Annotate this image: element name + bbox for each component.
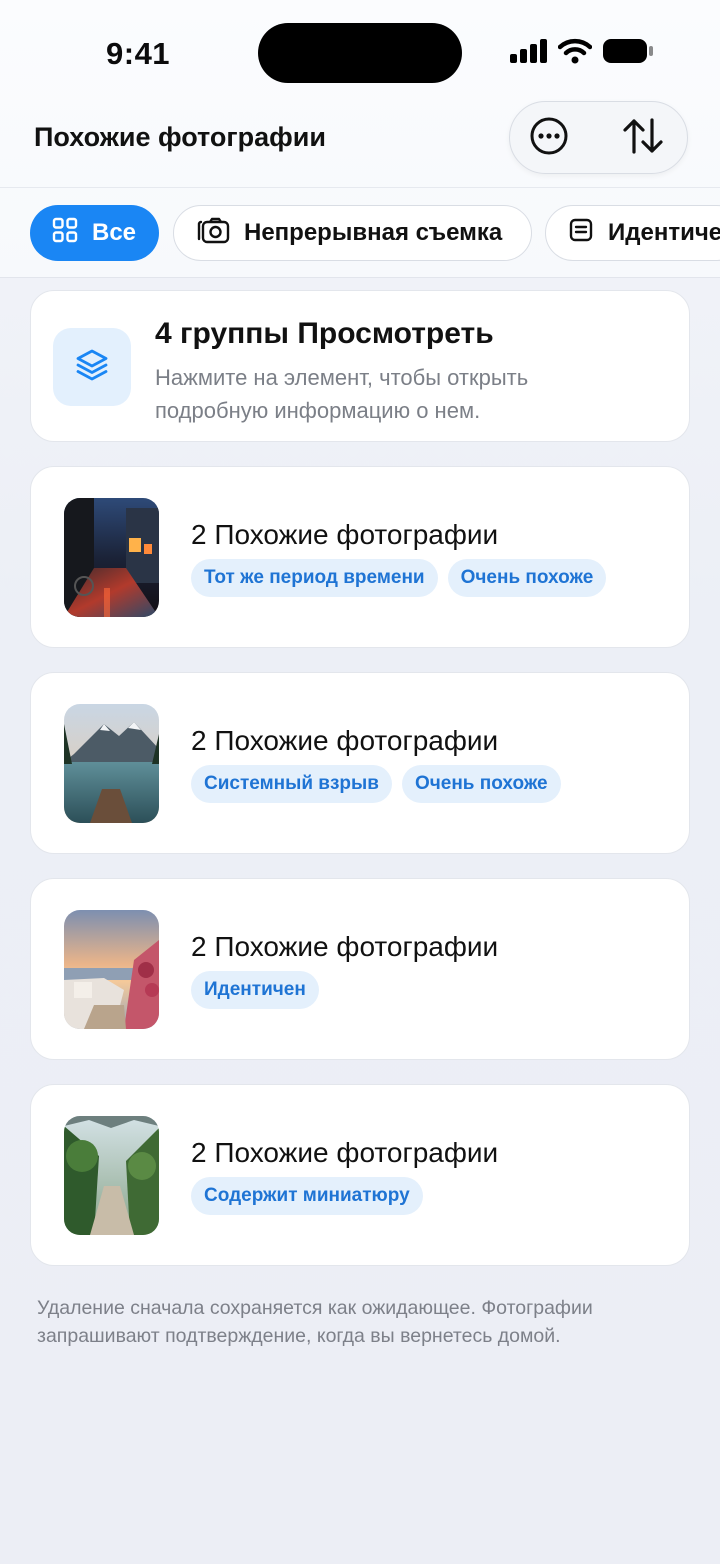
- filter-chips: Все Непрерывная съемка Идентичен: [0, 205, 720, 263]
- summary-icon-tile: [53, 328, 131, 406]
- status-bar: 9:41: [0, 0, 720, 100]
- group-title: 2 Похожие фотографии: [191, 519, 499, 550]
- page-title: Похожие фотографии: [34, 122, 326, 152]
- tag-badge: Системный взрыв: [191, 765, 392, 803]
- camera-burst-icon: [196, 215, 230, 252]
- layers-icon: [73, 346, 111, 389]
- filter-chip-identical[interactable]: Идентичен: [545, 205, 720, 261]
- arrow-up-down-icon: [621, 116, 665, 161]
- grid-icon: [52, 217, 78, 250]
- group-thumbnail: [64, 910, 159, 1029]
- header-actions: [509, 101, 688, 174]
- filter-chip-label: Непрерывная съемка: [244, 219, 503, 246]
- tag-badge: Очень похоже: [401, 765, 561, 803]
- tag-badge: Содержит миниатюру: [191, 1177, 423, 1215]
- filter-chip-all[interactable]: Все: [30, 205, 159, 261]
- cellular-signal-icon: [510, 38, 548, 68]
- top-bar: 9:41 Похожие фотографии Все Непрерывная …: [0, 0, 720, 278]
- navigation-header: Похожие фотографии: [0, 100, 720, 188]
- group-card[interactable]: 2 Похожие фотографии Содержит миниатюру: [30, 1084, 690, 1266]
- filter-chip-label: Идентичен: [608, 219, 720, 246]
- dynamic-island: [258, 23, 462, 83]
- group-tags: Тот же период времени Очень похоже: [191, 559, 607, 597]
- group-tags: Содержит миниатюру: [191, 1177, 423, 1215]
- group-thumbnail: [64, 704, 159, 823]
- ellipsis-circle-icon: [529, 116, 569, 161]
- more-button[interactable]: [527, 116, 571, 160]
- sort-button[interactable]: [621, 116, 665, 160]
- group-card[interactable]: 2 Похожие фотографии Идентичен: [30, 878, 690, 1060]
- battery-icon: [602, 38, 654, 69]
- group-thumbnail: [64, 1116, 159, 1235]
- footnote: Удаление сначала сохраняется как ожидающ…: [37, 1297, 593, 1347]
- summary-title: 4 группы Просмотреть: [155, 317, 494, 350]
- status-icons: [510, 38, 654, 68]
- group-title: 2 Похожие фотографии: [191, 1137, 499, 1168]
- filter-chip-burst[interactable]: Непрерывная съемка: [173, 205, 532, 261]
- group-tags: Системный взрыв Очень похоже: [191, 765, 561, 803]
- group-thumbnail: [64, 498, 159, 617]
- document-icon: [568, 217, 594, 250]
- filter-chip-label: Все: [92, 219, 137, 246]
- group-card[interactable]: 2 Похожие фотографии Тот же период време…: [30, 466, 690, 648]
- group-card[interactable]: 2 Похожие фотографии Системный взрыв Оче…: [30, 672, 690, 854]
- status-time: 9:41: [106, 36, 171, 71]
- tag-badge: Тот же период времени: [191, 559, 438, 597]
- tag-badge: Идентичен: [191, 971, 319, 1009]
- group-title: 2 Похожие фотографии: [191, 931, 499, 962]
- group-title: 2 Похожие фотографии: [191, 725, 499, 756]
- summary-card[interactable]: 4 группы Просмотреть Нажмите на элемент,…: [30, 290, 690, 442]
- group-tags: Идентичен: [191, 971, 319, 1009]
- summary-description: Нажмите на элемент, чтобы открыть подроб…: [155, 365, 529, 423]
- wifi-icon: [557, 38, 593, 69]
- tag-badge: Очень похоже: [447, 559, 607, 597]
